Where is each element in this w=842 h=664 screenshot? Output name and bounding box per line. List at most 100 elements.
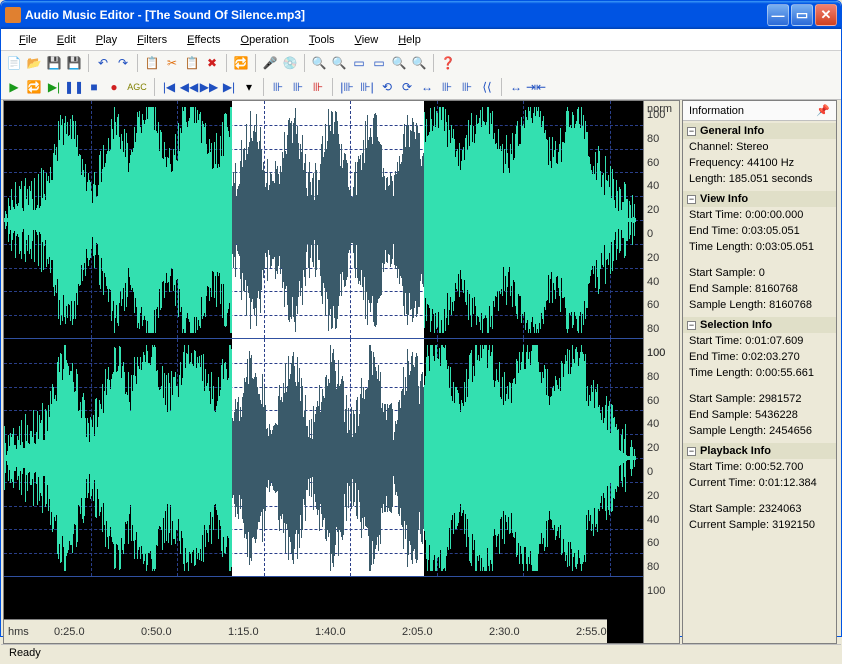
- info-length: Length: 185.051 seconds: [683, 171, 836, 187]
- zoom-in-icon[interactable]: 🔍: [310, 54, 328, 72]
- view-time-length: Time Length: 0:03:05.051: [683, 239, 836, 255]
- mix-icon[interactable]: 🔁: [232, 54, 250, 72]
- delete-icon[interactable]: ✖: [203, 54, 221, 72]
- stop-icon[interactable]: ■: [85, 78, 103, 96]
- view-end-sample: End Sample: 8160768: [683, 281, 836, 297]
- paste-icon[interactable]: 📋: [183, 54, 201, 72]
- marker3-icon[interactable]: ⊪: [309, 78, 327, 96]
- waveform-area[interactable]: hms 0:25.00:50.01:15.01:40.02:05.02:30.0…: [3, 100, 680, 644]
- maximize-button[interactable]: ▭: [791, 4, 813, 26]
- sel-sample-length: Sample Length: 2454656: [683, 423, 836, 439]
- sel4-icon[interactable]: ⟳: [398, 78, 416, 96]
- pb-start-time: Start Time: 0:00:52.700: [683, 459, 836, 475]
- info-channel: Channel: Stereo: [683, 139, 836, 155]
- marker1-icon[interactable]: ⊪: [269, 78, 287, 96]
- pb-current-time: Current Time: 0:01:12.384: [683, 475, 836, 491]
- close-button[interactable]: ✕: [815, 4, 837, 26]
- menubar: File Edit Play Filters Effects Operation…: [1, 29, 841, 51]
- app-icon: [5, 7, 21, 23]
- waveform-track-right[interactable]: [4, 339, 643, 577]
- view-sample-length: Sample Length: 8160768: [683, 297, 836, 313]
- undo-icon[interactable]: ↶: [94, 54, 112, 72]
- menu-play[interactable]: Play: [86, 31, 127, 49]
- play-icon[interactable]: ▶: [5, 78, 23, 96]
- loop-icon[interactable]: 🔁: [25, 78, 43, 96]
- sel7-icon[interactable]: ⊪: [458, 78, 476, 96]
- toolbar-row-1: 📄 📂 💾 💾 ↶ ↷ 📋 ✂ 📋 ✖ 🔁 🎤 💿 🔍 🔍 ▭ ▭ 🔍 🔍 ❓: [1, 51, 841, 75]
- titlebar: Audio Music Editor - [The Sound Of Silen…: [1, 1, 841, 29]
- view-start-time: Start Time: 0:00:00.000: [683, 207, 836, 223]
- toolbar-container: 📄 📂 💾 💾 ↶ ↷ 📋 ✂ 📋 ✖ 🔁 🎤 💿 🔍 🔍 ▭ ▭ 🔍 🔍 ❓ …: [1, 51, 841, 100]
- forward-icon[interactable]: ▶▶: [200, 78, 218, 96]
- h-collapse-icon[interactable]: ⇥⇤: [527, 78, 545, 96]
- pb-current-sample: Current Sample: 3192150: [683, 517, 836, 533]
- menu-edit[interactable]: Edit: [47, 31, 86, 49]
- sel8-icon[interactable]: ⟨⟨: [478, 78, 496, 96]
- record-icon[interactable]: ●: [105, 78, 123, 96]
- zoom-sel-icon[interactable]: ▭: [370, 54, 388, 72]
- sel6-icon[interactable]: ⊪: [438, 78, 456, 96]
- status-text: Ready: [9, 647, 41, 659]
- new-icon[interactable]: 📄: [5, 54, 23, 72]
- zoom-v-out-icon[interactable]: 🔍: [410, 54, 428, 72]
- main-content: hms 0:25.00:50.01:15.01:40.02:05.02:30.0…: [1, 100, 841, 644]
- time-ruler[interactable]: hms 0:25.00:50.01:15.01:40.02:05.02:30.0…: [4, 619, 607, 643]
- section-playback-header[interactable]: −Playback Info: [683, 443, 836, 459]
- sel-end-sample: End Sample: 5436228: [683, 407, 836, 423]
- disc-icon[interactable]: 💿: [281, 54, 299, 72]
- sel-end-time: End Time: 0:02:03.270: [683, 349, 836, 365]
- window-title: Audio Music Editor - [The Sound Of Silen…: [25, 8, 767, 22]
- statusbar: Ready: [1, 644, 841, 664]
- section-general-header[interactable]: −General Info: [683, 123, 836, 139]
- info-panel-title: Information: [689, 105, 744, 117]
- menu-file[interactable]: File: [9, 31, 47, 49]
- amplitude-ruler: norm 10080604020020406080100100806040200…: [643, 101, 679, 643]
- open-icon[interactable]: 📂: [25, 54, 43, 72]
- window-controls: — ▭ ✕: [767, 4, 837, 26]
- agc-icon[interactable]: AGC: [125, 78, 149, 96]
- section-selection-header[interactable]: −Selection Info: [683, 317, 836, 333]
- menu-tools[interactable]: Tools: [299, 31, 345, 49]
- info-panel-header: Information 📌: [683, 101, 836, 121]
- sel-time-length: Time Length: 0:00:55.661: [683, 365, 836, 381]
- redo-icon[interactable]: ↷: [114, 54, 132, 72]
- save-icon[interactable]: 💾: [45, 54, 63, 72]
- menu-operation[interactable]: Operation: [231, 31, 299, 49]
- menu-filters[interactable]: Filters: [127, 31, 177, 49]
- minimize-button[interactable]: —: [767, 4, 789, 26]
- sel-start-sample: Start Sample: 2981572: [683, 391, 836, 407]
- info-frequency: Frequency: 44100 Hz: [683, 155, 836, 171]
- zoom-fit-icon[interactable]: ▭: [350, 54, 368, 72]
- sel2-icon[interactable]: ⊪|: [358, 78, 376, 96]
- time-unit-label: hms: [8, 626, 29, 638]
- go-start-icon[interactable]: |◀: [160, 78, 178, 96]
- go-end-icon[interactable]: ▶|: [220, 78, 238, 96]
- cut-icon[interactable]: ✂: [163, 54, 181, 72]
- copy-icon[interactable]: 📋: [143, 54, 161, 72]
- view-end-time: End Time: 0:03:05.051: [683, 223, 836, 239]
- pause-icon[interactable]: ❚❚: [65, 78, 83, 96]
- zoom-out-icon[interactable]: 🔍: [330, 54, 348, 72]
- sel5-icon[interactable]: ↔: [418, 78, 436, 96]
- help-icon[interactable]: ❓: [439, 54, 457, 72]
- waveform-tracks[interactable]: hms 0:25.00:50.01:15.01:40.02:05.02:30.0…: [4, 101, 643, 643]
- save-as-icon[interactable]: 💾: [65, 54, 83, 72]
- section-view-header[interactable]: −View Info: [683, 191, 836, 207]
- view-start-sample: Start Sample: 0: [683, 265, 836, 281]
- play-sel-icon[interactable]: ▶|: [45, 78, 63, 96]
- sel3-icon[interactable]: ⟲: [378, 78, 396, 96]
- waveform-track-left[interactable]: [4, 101, 643, 339]
- toolbar-row-2: ▶ 🔁 ▶| ❚❚ ■ ● AGC |◀ ◀◀ ▶▶ ▶| ▾ ⊪ ⊪ ⊪ |⊪…: [1, 75, 841, 99]
- sel1-icon[interactable]: |⊪: [338, 78, 356, 96]
- menu-effects[interactable]: Effects: [177, 31, 230, 49]
- menu-view[interactable]: View: [345, 31, 389, 49]
- marker2-icon[interactable]: ⊪: [289, 78, 307, 96]
- menu-help[interactable]: Help: [388, 31, 431, 49]
- pin-icon[interactable]: 📌: [816, 104, 830, 117]
- rewind-icon[interactable]: ◀◀: [180, 78, 198, 96]
- zoom-v-in-icon[interactable]: 🔍: [390, 54, 408, 72]
- mic-icon[interactable]: 🎤: [261, 54, 279, 72]
- dropdown-icon[interactable]: ▾: [240, 78, 258, 96]
- pb-start-sample: Start Sample: 2324063: [683, 501, 836, 517]
- h-expand-icon[interactable]: ↔: [507, 78, 525, 96]
